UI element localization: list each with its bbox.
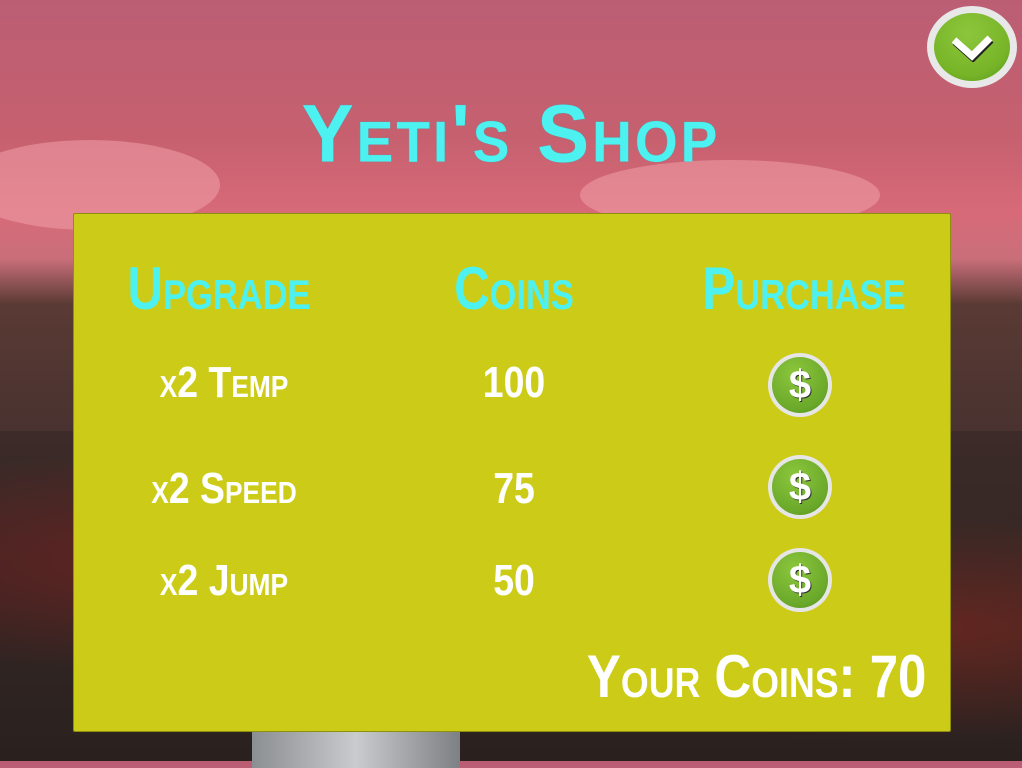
your-coins: Your Coins: 70: [586, 643, 926, 710]
close-shop-button[interactable]: [927, 6, 1017, 88]
pillar: [252, 728, 460, 768]
header-purchase: Purchase: [702, 255, 906, 322]
shop-title: Yeti's Shop: [301, 86, 721, 180]
buy-x2-speed-button[interactable]: $: [768, 455, 832, 519]
upgrade-cost: 50: [493, 556, 535, 605]
upgrade-cost: 75: [493, 464, 535, 513]
header-upgrade: Upgrade: [127, 255, 311, 322]
buy-x2-temp-button[interactable]: $: [768, 353, 832, 417]
buy-x2-jump-button[interactable]: $: [768, 548, 832, 612]
upgrade-name: x2 Temp: [159, 358, 289, 407]
dollar-icon: $: [772, 552, 828, 608]
upgrade-name: x2 Jump: [159, 556, 289, 605]
header-coins: Coins: [454, 255, 574, 322]
checkmark-icon: [934, 13, 1010, 81]
upgrade-cost: 100: [482, 358, 546, 407]
shop-panel: Upgrade Coins Purchase x2 Temp 100 $ x2 …: [73, 213, 951, 732]
dollar-icon: $: [772, 459, 828, 515]
upgrade-name: x2 Speed: [151, 464, 297, 513]
dollar-icon: $: [772, 357, 828, 413]
